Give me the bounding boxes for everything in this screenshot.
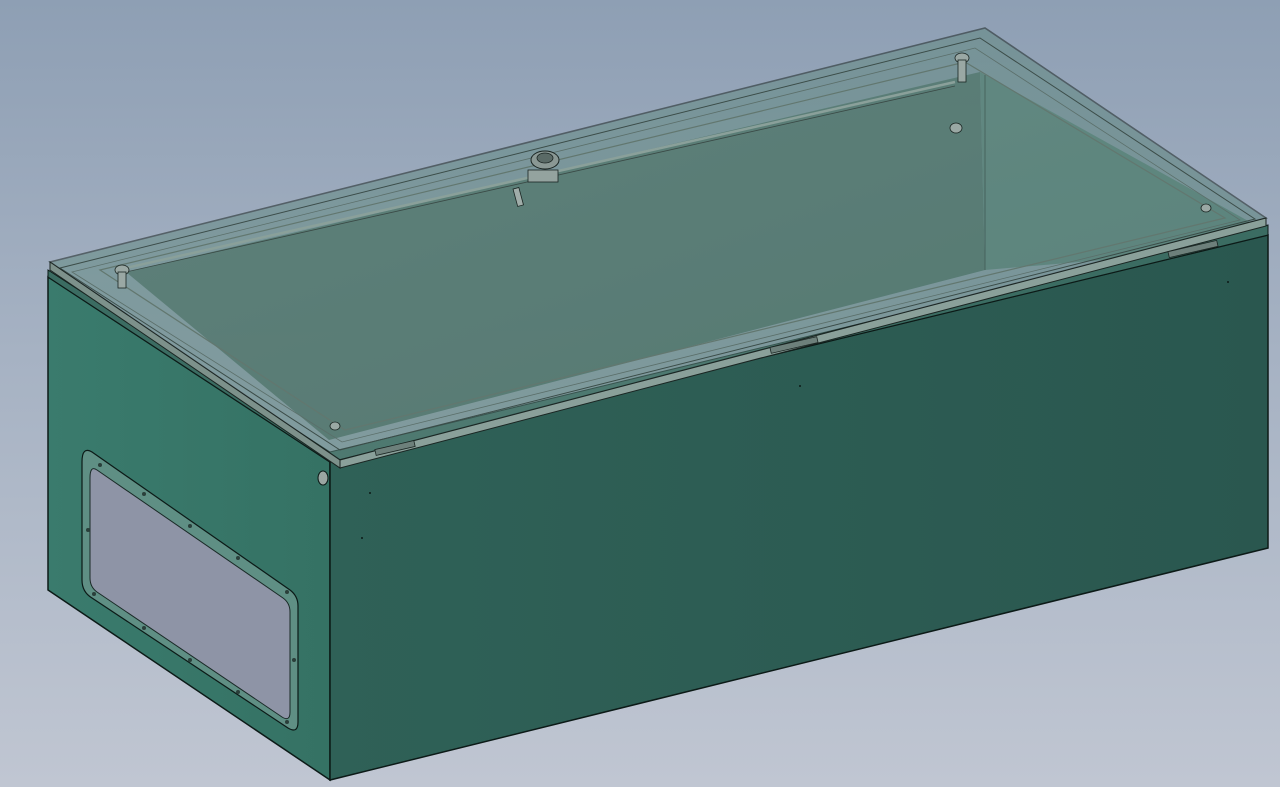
body-corner-hole [317, 470, 329, 486]
cad-viewport[interactable] [0, 0, 1280, 787]
enclosure-3d-model[interactable] [0, 0, 1280, 787]
